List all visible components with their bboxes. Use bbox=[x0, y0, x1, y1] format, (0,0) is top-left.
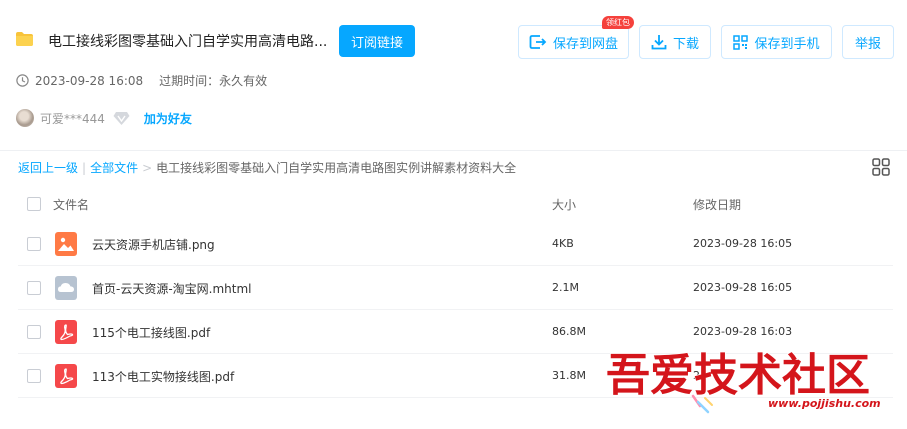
file-toolbar: 返回上一级 | 全部文件 > 电工接线彩图零基础入门自学实用高清电路图实例讲解素… bbox=[0, 150, 907, 180]
subscribe-link-button[interactable]: 订阅链接 bbox=[339, 25, 415, 57]
expire-time: 过期时间：永久有效 bbox=[159, 74, 268, 88]
qr-code-icon bbox=[733, 34, 749, 50]
folder-icon bbox=[16, 32, 33, 46]
row-checkbox[interactable] bbox=[27, 325, 41, 339]
web-file-icon bbox=[55, 276, 77, 300]
download-icon bbox=[651, 35, 667, 50]
select-all-checkbox[interactable] bbox=[27, 197, 41, 211]
file-size: 4KB bbox=[552, 237, 574, 250]
row-checkbox[interactable] bbox=[27, 237, 41, 251]
file-date: 2023-09-28 16:05 bbox=[693, 281, 793, 294]
file-row[interactable]: 云天资源手机店铺.png 4KB 2023-09-28 16:05 bbox=[18, 222, 893, 266]
image-file-icon bbox=[55, 232, 77, 256]
watermark-url: www.pojjishu.com bbox=[768, 397, 881, 410]
file-row[interactable]: 首页-云天资源-淘宝网.mhtml 2.1M 2023-09-28 16:05 bbox=[18, 266, 893, 310]
add-friend-link[interactable]: 加为好友 bbox=[144, 110, 192, 127]
file-size: 31.8M bbox=[552, 369, 586, 382]
save-to-netdisk-label: 保存到网盘 bbox=[552, 36, 618, 52]
save-to-phone-label: 保存到手机 bbox=[754, 36, 820, 52]
pdf-file-icon bbox=[55, 364, 77, 388]
row-checkbox[interactable] bbox=[27, 281, 41, 295]
report-button[interactable]: 举报 bbox=[842, 25, 894, 59]
file-date: 2023-09-28 16:05 bbox=[693, 237, 793, 250]
avatar[interactable] bbox=[16, 109, 34, 127]
current-folder: 电工接线彩图零基础入门自学实用高清电路图实例讲解素材资料大全 bbox=[156, 161, 517, 175]
column-size[interactable]: 大小 bbox=[552, 196, 576, 213]
share-title: 电工接线彩图零基础入门自学实用高清电路... bbox=[48, 34, 328, 50]
file-size: 86.8M bbox=[552, 325, 586, 338]
clock-icon bbox=[16, 74, 29, 87]
file-name[interactable]: 115个电工接线图.pdf bbox=[92, 324, 210, 341]
download-button[interactable]: 下载 bbox=[639, 25, 711, 59]
save-netdisk-icon bbox=[529, 35, 547, 49]
share-meta: 2023-09-28 16:08 过期时间：永久有效 bbox=[16, 72, 267, 89]
vip-diamond-icon bbox=[113, 111, 130, 125]
save-to-netdisk-button[interactable]: 保存到网盘 bbox=[518, 25, 629, 59]
row-checkbox[interactable] bbox=[27, 369, 41, 383]
file-name[interactable]: 首页-云天资源-淘宝网.mhtml bbox=[92, 280, 252, 297]
save-to-phone-button[interactable]: 保存到手机 bbox=[721, 25, 832, 59]
watermark-sparkle-icon bbox=[691, 394, 713, 414]
all-files-link[interactable]: 全部文件 bbox=[90, 159, 138, 176]
back-link[interactable]: 返回上一级 bbox=[18, 159, 78, 176]
sharer-info: 可爱***444 加为好友 bbox=[16, 109, 192, 127]
grid-view-icon[interactable] bbox=[872, 158, 890, 176]
breadcrumb-arrow: > bbox=[142, 160, 153, 175]
file-list-header: 文件名 大小 修改日期 bbox=[18, 186, 893, 222]
sharer-name: 可爱***444 bbox=[40, 111, 105, 126]
watermark-logo: 吾爱技术社区 bbox=[605, 349, 871, 398]
red-packet-badge[interactable]: 领红包 bbox=[602, 16, 634, 29]
breadcrumb: 返回上一级 | 全部文件 > 电工接线彩图零基础入门自学实用高清电路图实例讲解素… bbox=[18, 159, 516, 176]
file-name[interactable]: 113个电工实物接线图.pdf bbox=[92, 368, 234, 385]
column-name[interactable]: 文件名 bbox=[53, 196, 89, 213]
pdf-file-icon bbox=[55, 320, 77, 344]
breadcrumb-separator: | bbox=[82, 160, 87, 175]
created-time: 2023-09-28 16:08 bbox=[35, 73, 144, 88]
file-name[interactable]: 云天资源手机店铺.png bbox=[92, 236, 215, 253]
column-date[interactable]: 修改日期 bbox=[693, 196, 741, 213]
download-label: 下载 bbox=[672, 36, 699, 52]
share-header: 电工接线彩图零基础入门自学实用高清电路... 订阅链接 保存到网盘 领红包 下载… bbox=[0, 0, 907, 150]
file-date: 2023-09-28 16:03 bbox=[693, 325, 793, 338]
file-size: 2.1M bbox=[552, 281, 579, 294]
watermark-text: 吾爱技术社区 bbox=[606, 350, 870, 398]
